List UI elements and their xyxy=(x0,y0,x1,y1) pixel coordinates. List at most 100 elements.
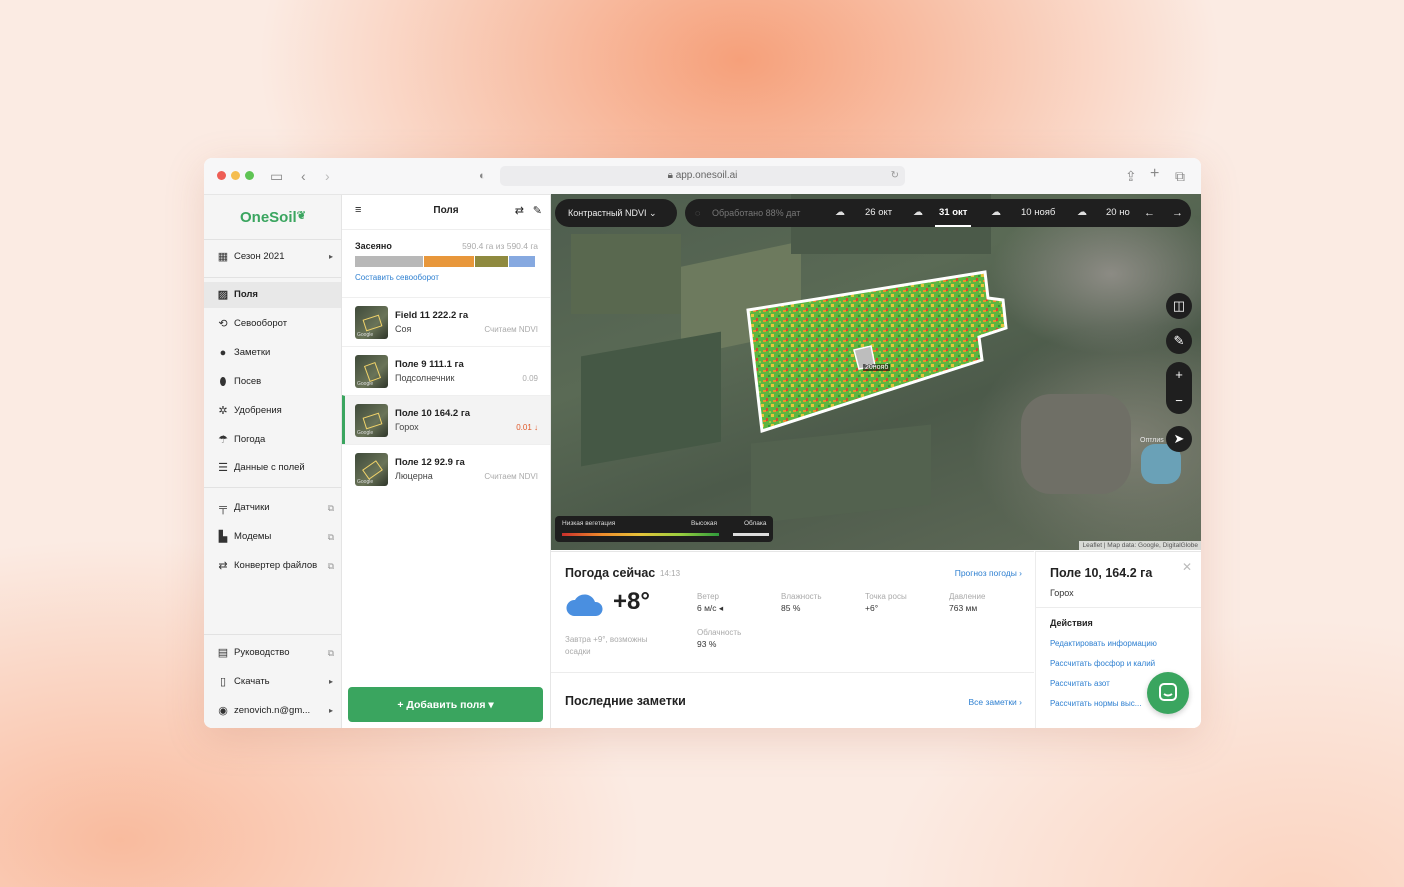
field-thumbnail: Google xyxy=(355,453,388,486)
fertilizer-icon: ✲ xyxy=(218,405,228,417)
cloud-icon: ☁ xyxy=(1077,207,1087,218)
arrow-left-icon[interactable]: ← xyxy=(1144,199,1155,227)
locate-icon[interactable]: ➤ xyxy=(1166,426,1192,452)
date-10-nov[interactable]: 10 нояб xyxy=(1021,199,1055,227)
dew-point-stat: Точка росы +6° xyxy=(865,592,907,613)
field-row[interactable]: Google Поле 12 92.9 га Люцерна Считаем N… xyxy=(342,444,550,493)
crop-bar-segment xyxy=(475,256,508,267)
calendar-icon: ▦ xyxy=(217,251,229,263)
sidebar-item-guide[interactable]: ▤ Руководство ⧉ xyxy=(204,640,341,666)
chat-support-button[interactable] xyxy=(1147,672,1189,714)
weather-panel: Погода сейчас 14:13 Прогноз погоды › +8°… xyxy=(551,551,1034,728)
caret-right-icon: ▸ xyxy=(328,677,333,686)
sidebar-toggle-icon[interactable]: ▭ xyxy=(270,167,283,185)
legend-gradient xyxy=(562,533,719,536)
create-rotation-link[interactable]: Составить севооборот xyxy=(355,273,439,282)
sidebar-item-modems[interactable]: ▙ Модемы ⧉ xyxy=(204,524,341,550)
field-name: Поле 12 92.9 га xyxy=(395,457,465,468)
sidebar-item-fields[interactable]: ▨ Поля xyxy=(204,282,341,308)
sidebar-item-label: Погода xyxy=(234,434,266,445)
filter-icon[interactable]: ⇄ xyxy=(515,204,524,217)
address-bar[interactable]: 🔒︎ app.onesoil.ai ↻ xyxy=(500,166,905,186)
privacy-shield-icon[interactable]: ◐ xyxy=(479,167,486,185)
field-thumbnail: Google xyxy=(355,355,388,388)
field-row[interactable]: Google Поле 9 111.1 га Подсолнечник 0.09 xyxy=(342,346,550,395)
share-icon[interactable]: ⇪ xyxy=(1125,167,1137,185)
layer-select[interactable]: Контрастный NDVI ⌄ xyxy=(555,199,677,227)
zoom-out-icon[interactable]: − xyxy=(1166,388,1192,414)
selected-field-polygon[interactable] xyxy=(746,270,1008,433)
all-notes-link[interactable]: Все заметки › xyxy=(969,697,1022,707)
external-link-icon: ⧉ xyxy=(327,648,334,658)
sidebar-item-label: Руководство xyxy=(234,647,290,658)
sidebar-item-sensors[interactable]: ╤ Датчики ⧉ xyxy=(204,495,341,521)
url-text: app.onesoil.ai xyxy=(675,170,738,181)
back-icon[interactable]: ‹ xyxy=(301,167,306,185)
database-icon: ☰ xyxy=(218,462,228,474)
reload-icon[interactable]: ↻ xyxy=(891,166,899,186)
forecast-link[interactable]: Прогноз погоды › xyxy=(955,568,1022,578)
calc-seeding-rates-link[interactable]: Рассчитать нормы выс... xyxy=(1050,699,1141,708)
sidebar-item-download[interactable]: ▯ Скачать ▸ xyxy=(204,669,341,695)
forward-icon[interactable]: › xyxy=(325,167,330,185)
sown-crop-bar xyxy=(355,256,536,267)
fields-icon: ▨ xyxy=(217,289,229,301)
stat-label: Облачность xyxy=(697,628,742,637)
compare-view-icon[interactable]: ◫ xyxy=(1166,293,1192,319)
date-26-oct[interactable]: 26 окт xyxy=(865,199,892,227)
season-selector[interactable]: ▦ Сезон 2021 ▸ xyxy=(204,244,341,270)
ruler-icon[interactable]: ✎ xyxy=(1166,328,1192,354)
tomorrow-forecast: Завтра +9°, возможны осадки xyxy=(565,635,648,656)
calc-phosphorus-potassium-link[interactable]: Рассчитать фосфор и калий xyxy=(1050,659,1155,668)
edit-pencil-icon[interactable]: ✎ xyxy=(533,204,542,217)
sidebar-item-label: Заметки xyxy=(234,347,271,358)
field-thumbnail: Google xyxy=(355,404,388,437)
date-20-nov[interactable]: 20 но xyxy=(1106,199,1130,227)
close-window-button[interactable] xyxy=(217,171,226,180)
zoom-in-icon[interactable]: + xyxy=(1166,362,1192,388)
minimize-window-button[interactable] xyxy=(231,171,240,180)
sidebar-item-fertilizers[interactable]: ✲ Удобрения xyxy=(204,398,341,424)
new-tab-icon[interactable]: + xyxy=(1150,165,1159,183)
field-ndvi: Считаем NDVI xyxy=(484,472,538,481)
caret-right-icon: ▸ xyxy=(328,706,333,715)
browser-window: ▭ ‹ › ◐ 🔒︎ app.onesoil.ai ↻ ⇪ + ⧉ OneSoi… xyxy=(204,158,1201,728)
satellite-map[interactable]: 20нояб Оптлиs Контрастный NDVI ⌄ ◌ Обраб… xyxy=(551,194,1201,550)
sidebar-item-label: Датчики xyxy=(234,502,270,513)
sidebar-item-field-data[interactable]: ☰ Данные с полей xyxy=(204,455,341,481)
sidebar-item-notes[interactable]: ● Заметки xyxy=(204,340,341,366)
field-crop: Соя xyxy=(395,324,412,334)
sidebar-item-sowing[interactable]: ⬮ Посев xyxy=(204,369,341,395)
calc-nitrogen-link[interactable]: Рассчитать азот xyxy=(1050,679,1110,688)
legend-low: Низкая вегетация xyxy=(562,520,616,527)
sidebar-item-file-converter[interactable]: ⇄ Конвертер файлов ⧉ xyxy=(204,553,341,579)
arrow-right-icon[interactable]: → xyxy=(1172,199,1183,227)
phone-icon: ▯ xyxy=(219,676,227,688)
add-fields-button[interactable]: + Добавить поля ▾ xyxy=(348,687,543,722)
book-icon: ▤ xyxy=(217,647,229,659)
sown-label: Засеяно xyxy=(355,241,392,251)
lock-icon: 🔒︎ xyxy=(667,170,676,181)
edit-info-link[interactable]: Редактировать информацию xyxy=(1050,639,1157,648)
divider xyxy=(204,277,341,278)
fields-panel: ≡ Поля ⇄ ✎ Засеяно 590.4 га из 590.4 га … xyxy=(342,195,551,728)
tabs-overview-icon[interactable]: ⧉ xyxy=(1175,167,1185,185)
sidebar-item-crop-rotation[interactable]: ⟲ Севооборот xyxy=(204,311,341,337)
season-label: Сезон 2021 xyxy=(234,251,285,262)
account-menu[interactable]: ◉ zenovich.n@gm... ▸ xyxy=(204,698,341,724)
sidebar-item-label: Удобрения xyxy=(234,405,282,416)
maximize-window-button[interactable] xyxy=(245,171,254,180)
field-crop: Подсолнечник xyxy=(395,373,455,383)
field-ndvi: 0.01 ↓ xyxy=(516,423,538,432)
map-attribution[interactable]: Leaflet | Map data: Google, DigitalGlobe xyxy=(1079,541,1201,550)
date-31-oct[interactable]: 31 окт xyxy=(935,199,972,227)
field-row[interactable]: Google Field 11 222.2 га Соя Считаем NDV… xyxy=(342,297,550,346)
external-link-icon: ⧉ xyxy=(327,561,334,571)
onesoil-logo[interactable]: OneSoil❦ xyxy=(240,209,306,226)
stat-value: +6° xyxy=(865,603,879,613)
close-icon[interactable]: ✕ xyxy=(1182,560,1192,574)
sidebar-item-weather[interactable]: ☂ Погода xyxy=(204,427,341,453)
field-row-selected[interactable]: Google Поле 10 164.2 га Горох 0.01 ↓ xyxy=(342,395,550,444)
place-label: Оптлиs xyxy=(1140,437,1164,444)
weather-time: 14:13 xyxy=(660,569,681,578)
